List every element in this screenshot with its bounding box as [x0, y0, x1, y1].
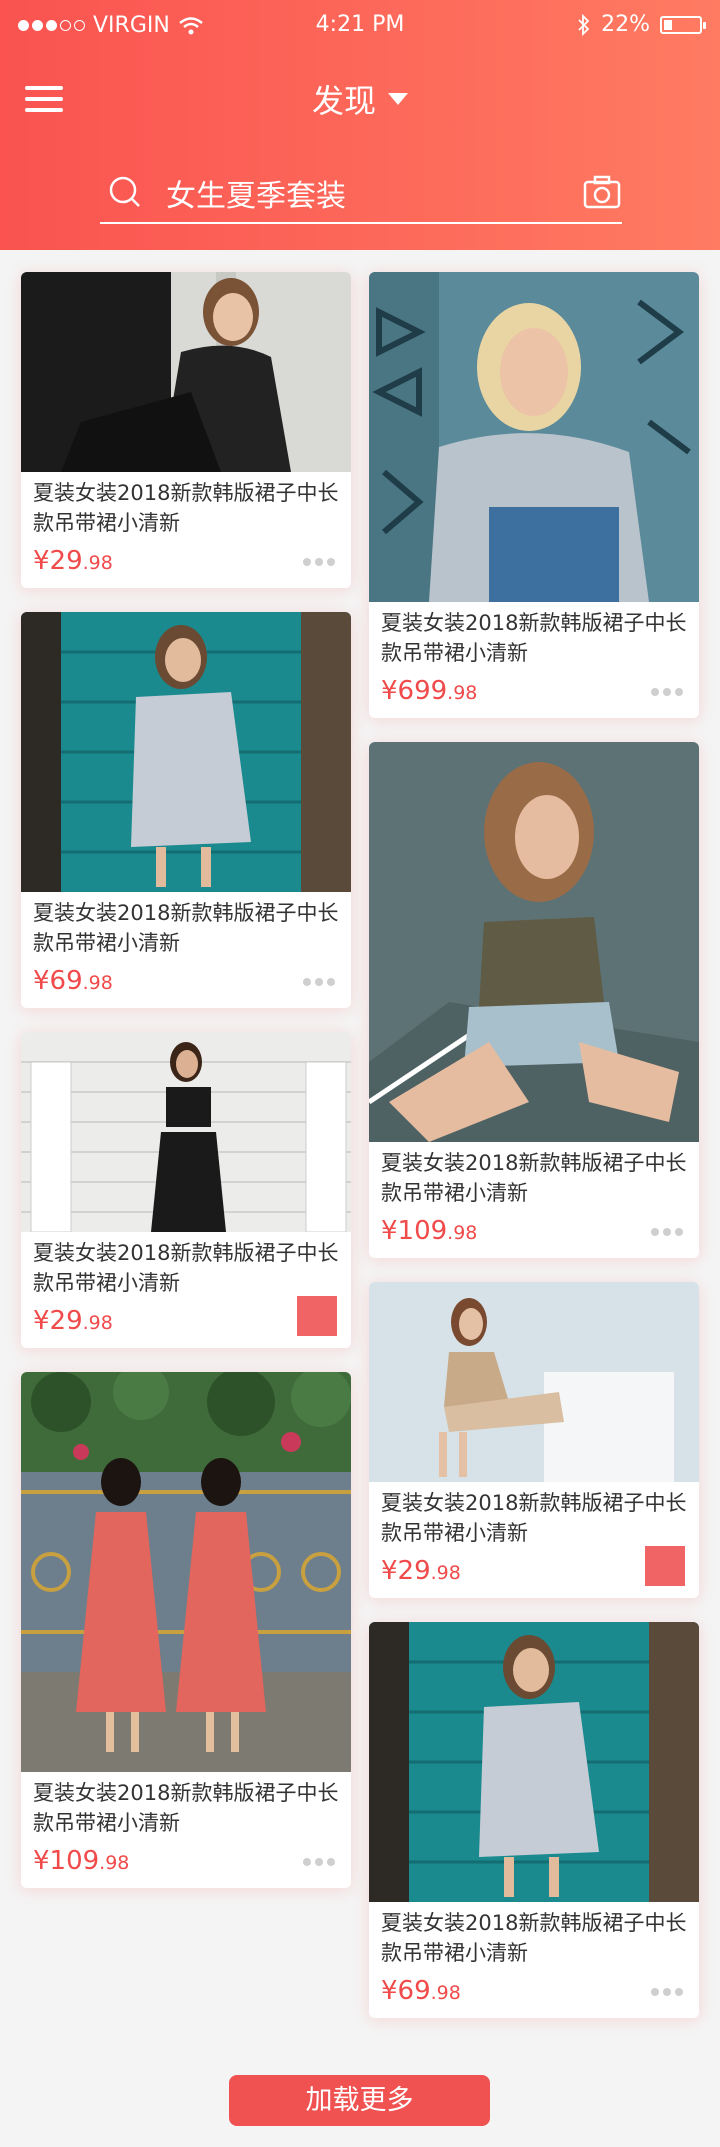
load-more-button[interactable]: 加载更多 — [229, 2075, 490, 2126]
product-title: 夏装女装2018新款韩版裙子中长款吊带裙小清新 — [381, 1911, 687, 1965]
more-options-icon[interactable] — [303, 1858, 335, 1866]
product-image — [21, 1032, 351, 1232]
product-price: ¥699.98 — [381, 676, 478, 706]
product-title: 夏装女装2018新款韩版裙子中长款吊带裙小清新 — [33, 1781, 339, 1835]
cart-square-button[interactable] — [297, 1296, 337, 1336]
product-card[interactable]: 夏装女装2018新款韩版裙子中长款吊带裙小清新 ¥109.98 — [369, 742, 699, 1258]
more-options-icon[interactable] — [651, 688, 683, 696]
app-header: VIRGIN 4:21 PM 22% 发现 女生夏季套装 — [0, 0, 720, 250]
status-bar: VIRGIN 4:21 PM 22% — [0, 0, 720, 50]
product-image — [21, 272, 351, 472]
caret-down-icon — [388, 93, 408, 105]
product-image — [369, 272, 699, 602]
more-options-icon[interactable] — [651, 1228, 683, 1236]
product-card[interactable]: 夏装女装2018新款韩版裙子中长款吊带裙小清新 ¥29.98 — [21, 272, 351, 588]
bluetooth-icon — [578, 13, 590, 36]
product-title: 夏装女装2018新款韩版裙子中长款吊带裙小清新 — [381, 1151, 687, 1205]
product-price: ¥29.98 — [33, 546, 113, 576]
product-card[interactable]: 夏装女装2018新款韩版裙子中长款吊带裙小清新 ¥29.98 — [369, 1282, 699, 1598]
cart-square-button[interactable] — [645, 1546, 685, 1586]
product-price: ¥69.98 — [381, 1976, 461, 2006]
product-card[interactable]: 夏装女装2018新款韩版裙子中长款吊带裙小清新 ¥69.98 — [369, 1622, 699, 2018]
battery-group: 22% — [577, 12, 706, 37]
product-image — [369, 1622, 699, 1902]
product-card[interactable]: 夏装女装2018新款韩版裙子中长款吊带裙小清新 ¥699.98 — [369, 272, 699, 718]
battery-icon — [660, 15, 706, 34]
product-price: ¥109.98 — [381, 1216, 478, 1246]
product-image — [21, 612, 351, 892]
product-price: ¥29.98 — [33, 1306, 113, 1336]
product-image — [21, 1372, 351, 1772]
battery-percent: 22% — [601, 12, 650, 37]
product-card[interactable]: 夏装女装2018新款韩版裙子中长款吊带裙小清新 ¥109.98 — [21, 1372, 351, 1888]
product-title: 夏装女装2018新款韩版裙子中长款吊带裙小清新 — [381, 1491, 687, 1545]
product-price: ¥69.98 — [33, 966, 113, 996]
more-options-icon[interactable] — [303, 558, 335, 566]
search-icon[interactable] — [106, 173, 146, 213]
product-title: 夏装女装2018新款韩版裙子中长款吊带裙小清新 — [33, 1241, 339, 1295]
product-image — [369, 1282, 699, 1482]
more-options-icon[interactable] — [651, 1988, 683, 1996]
product-title: 夏装女装2018新款韩版裙子中长款吊带裙小清新 — [33, 901, 339, 955]
product-image — [369, 742, 699, 1142]
product-title: 夏装女装2018新款韩版裙子中长款吊带裙小清新 — [33, 481, 339, 535]
nav-title-dropdown[interactable]: 发现 — [0, 76, 720, 122]
more-options-icon[interactable] — [303, 978, 335, 986]
product-card[interactable]: 夏装女装2018新款韩版裙子中长款吊带裙小清新 ¥69.98 — [21, 612, 351, 1008]
product-price: ¥109.98 — [33, 1846, 130, 1876]
search-query[interactable]: 女生夏季套装 — [166, 171, 346, 215]
camera-icon[interactable] — [582, 174, 622, 210]
product-card[interactable]: 夏装女装2018新款韩版裙子中长款吊带裙小清新 ¥29.98 — [21, 1032, 351, 1348]
product-title: 夏装女装2018新款韩版裙子中长款吊带裙小清新 — [381, 611, 687, 665]
product-price: ¥29.98 — [381, 1556, 461, 1586]
search-bar[interactable]: 女生夏季套装 — [100, 164, 622, 224]
nav-title: 发现 — [311, 82, 376, 120]
